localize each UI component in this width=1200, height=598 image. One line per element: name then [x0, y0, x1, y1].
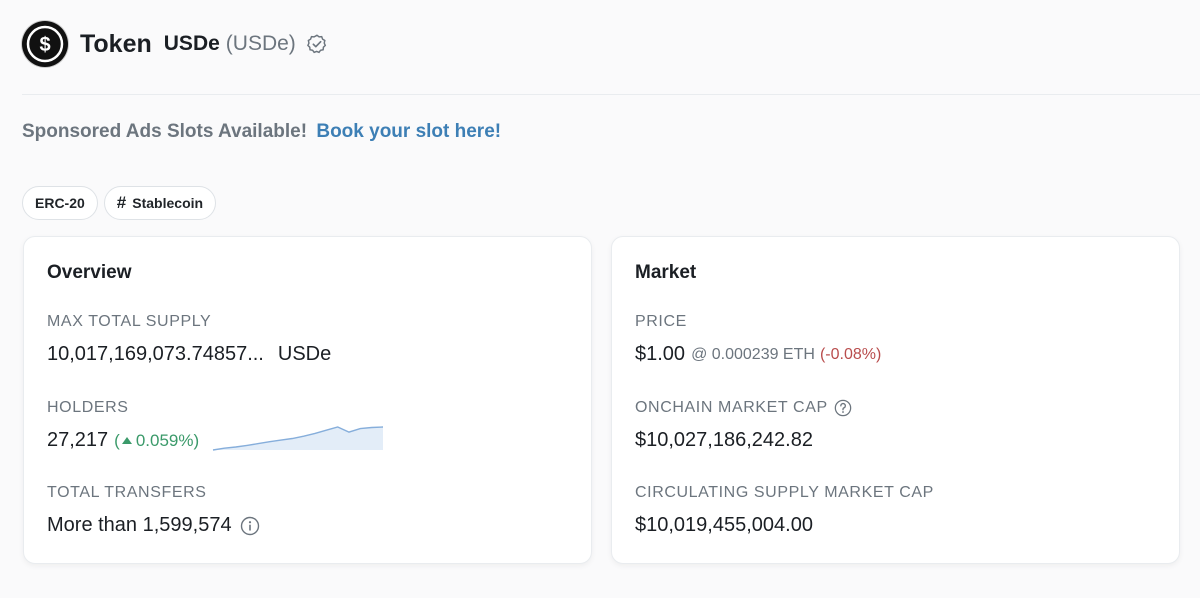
circ-cap-value: $10,019,455,004.00 — [635, 514, 813, 536]
max-supply-value: 10,017,169,073.74857... USDe — [47, 343, 331, 366]
hash-icon: # — [116, 193, 127, 212]
question-circle-icon[interactable] — [834, 399, 852, 417]
holders-change-open: ( — [114, 430, 120, 450]
onchain-cap-label-text: ONCHAIN MARKET CAP — [635, 399, 828, 416]
svg-text:$: $ — [39, 34, 50, 56]
circ-cap-label: CIRCULATING SUPPLY MARKET CAP — [635, 484, 934, 501]
page-header: $ Token USDe (USDe) — [22, 20, 328, 68]
overview-title: Overview — [47, 262, 132, 283]
price-value: $1.00 @ 0.000239 ETH (-0.08%) — [635, 343, 881, 366]
holders-label: HOLDERS — [47, 399, 129, 416]
max-supply-label: MAX TOTAL SUPPLY — [47, 313, 212, 330]
holders-count: 27,217 — [47, 429, 109, 451]
holders-value: 27,217 ( 0.059%) — [47, 429, 199, 452]
tag-erc20[interactable]: ERC-20 — [22, 186, 98, 220]
onchain-cap-label: ONCHAIN MARKET CAP — [635, 399, 852, 417]
max-supply-unit: USDe — [277, 343, 332, 365]
holders-sparkline[interactable] — [212, 424, 384, 452]
token-name: USDe — [163, 32, 220, 55]
page-title: Token — [80, 29, 152, 58]
onchain-cap-value: $10,027,186,242.82 — [635, 429, 813, 451]
market-card: Market PRICE $1.00 @ 0.000239 ETH (-0.08… — [611, 236, 1180, 564]
usde-logo-icon: $ — [22, 21, 68, 67]
transfers-count: More than 1,599,574 — [47, 514, 232, 536]
transfers-value: More than 1,599,574 — [47, 514, 260, 537]
tag-label: ERC-20 — [35, 195, 85, 211]
info-circle-icon[interactable] — [240, 516, 260, 536]
tag-stablecoin[interactable]: # Stablecoin — [103, 186, 217, 220]
market-title: Market — [635, 262, 697, 283]
overview-card: Overview MAX TOTAL SUPPLY 10,017,169,073… — [23, 236, 592, 564]
ads-text: Sponsored Ads Slots Available! — [22, 121, 308, 142]
sponsored-ads-banner: Sponsored Ads Slots Available! Book your… — [22, 121, 501, 143]
verified-check-icon[interactable] — [306, 33, 328, 55]
max-supply-amount: 10,017,169,073.74857... — [47, 343, 264, 365]
token-tags: ERC-20 # Stablecoin — [22, 186, 217, 220]
price-usd: $1.00 — [635, 343, 686, 365]
book-slot-link[interactable]: Book your slot here! — [316, 121, 501, 142]
holders-change: 0.059%) — [135, 430, 200, 450]
transfers-label: TOTAL TRANSFERS — [47, 484, 207, 501]
header-divider — [22, 94, 1200, 95]
price-change: (-0.08%) — [819, 345, 882, 363]
token-symbol: (USDe) — [225, 32, 296, 55]
price-label: PRICE — [635, 313, 687, 330]
price-eth: @ 0.000239 ETH — [691, 345, 815, 363]
tag-label: Stablecoin — [132, 195, 204, 211]
caret-up-icon — [121, 436, 133, 446]
